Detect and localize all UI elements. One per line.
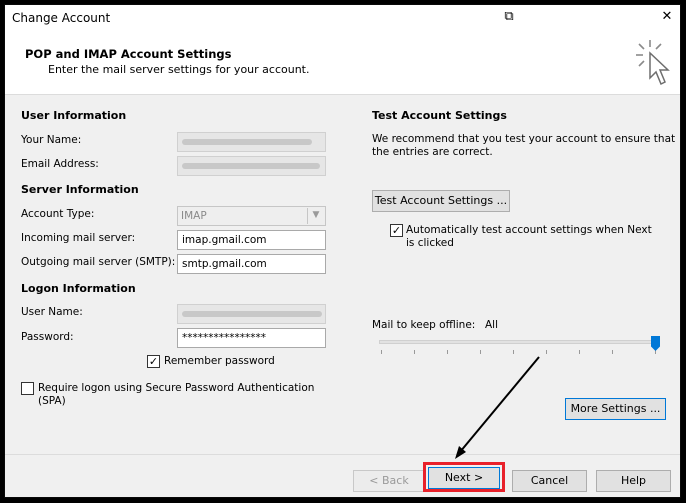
auto-test-label-line2: is clicked [406,237,454,249]
header-subtitle: Enter the mail server settings for your … [48,63,310,76]
spa-label-line1: Require logon using Secure Password Auth… [38,382,315,394]
logon-info-heading: Logon Information [21,282,136,295]
remember-password-checkbox[interactable]: ✓ [147,355,160,368]
outgoing-server-label: Outgoing mail server (SMTP): [21,256,176,268]
password-input[interactable]: **************** [177,328,326,348]
test-account-settings-button[interactable]: Test Account Settings ... [372,190,510,212]
cursor-click-icon [636,40,670,86]
dialog-header: POP and IMAP Account Settings Enter the … [5,32,680,95]
your-name-label: Your Name: [21,134,82,146]
email-field[interactable] [177,156,326,176]
cancel-button[interactable]: Cancel [512,470,587,492]
offline-slider-thumb[interactable] [651,336,660,351]
close-icon[interactable]: ✕ [659,9,675,25]
next-button[interactable]: Next > [428,467,500,489]
your-name-field[interactable] [177,132,326,152]
restore-icon[interactable]: ⧉ [501,9,517,25]
test-desc-line2: the entries are correct. [372,146,493,158]
email-label: Email Address: [21,158,99,170]
account-type-value: IMAP [181,210,207,222]
chevron-down-icon: ▼ [307,208,324,224]
incoming-server-input[interactable]: imap.gmail.com [177,230,326,250]
user-info-heading: User Information [21,109,127,122]
more-settings-button[interactable]: More Settings ... [565,398,666,420]
offline-label: Mail to keep offline: [372,319,476,331]
back-button: < Back [353,470,425,492]
outgoing-server-input[interactable]: smtp.gmail.com [177,254,326,274]
password-label: Password: [21,331,74,343]
title-bar: Change Account ⧉ ✕ [5,5,680,32]
spa-label-line2: (SPA) [38,395,66,407]
test-settings-heading: Test Account Settings [372,109,507,122]
account-type-select: IMAP ▼ [177,206,326,226]
remember-password-label: Remember password [164,355,275,367]
username-label: User Name: [21,306,83,318]
test-desc-line1: We recommend that you test your account … [372,133,676,145]
auto-test-label-line1: Automatically test account settings when… [406,224,652,236]
offline-value: All [485,319,499,331]
server-info-heading: Server Information [21,183,139,196]
incoming-server-label: Incoming mail server: [21,232,136,244]
change-account-dialog: Change Account ⧉ ✕ POP and IMAP Account … [4,4,681,498]
footer-divider [5,454,680,455]
spa-checkbox[interactable] [21,382,34,395]
header-title: POP and IMAP Account Settings [25,47,232,61]
username-field[interactable] [177,304,326,324]
window-title: Change Account [12,11,111,25]
offline-slider[interactable] [379,340,659,344]
auto-test-checkbox[interactable]: ✓ [390,224,403,237]
account-type-label: Account Type: [21,208,95,220]
help-button[interactable]: Help [596,470,671,492]
